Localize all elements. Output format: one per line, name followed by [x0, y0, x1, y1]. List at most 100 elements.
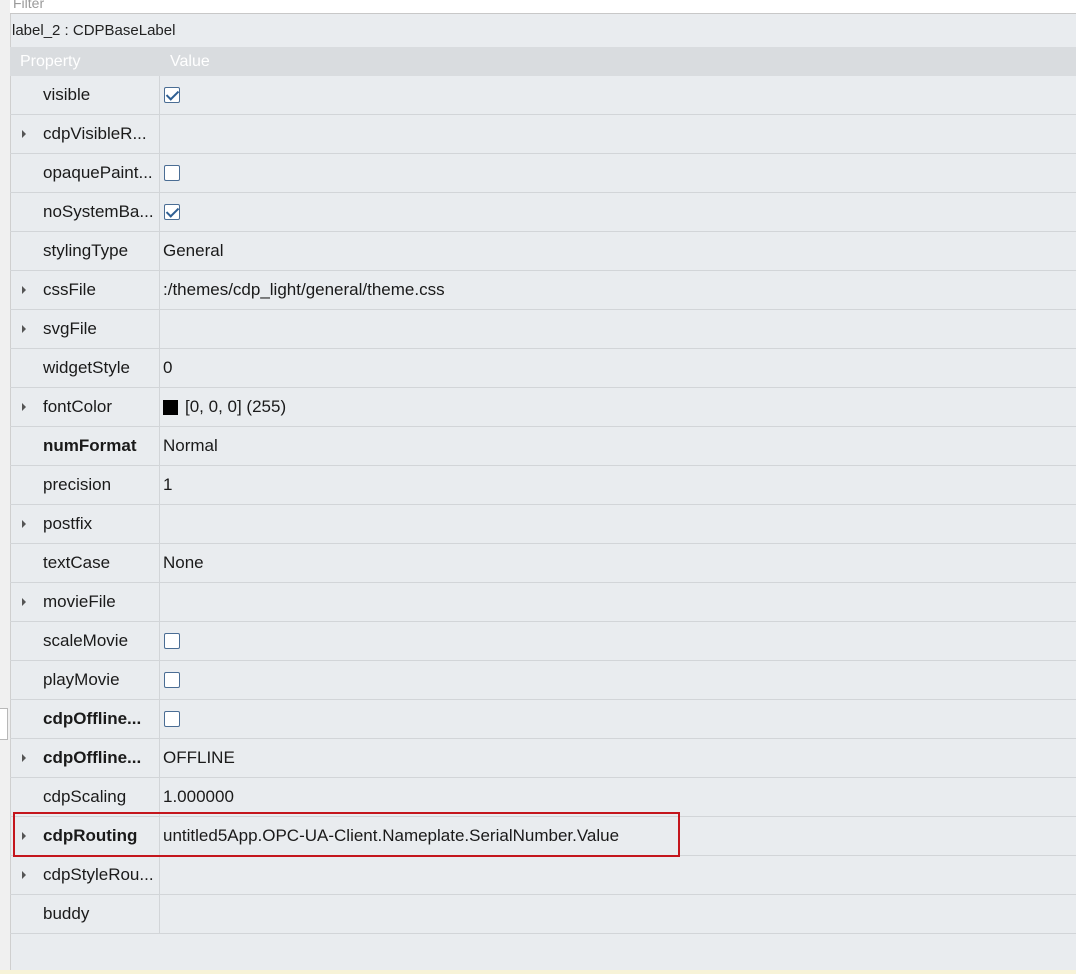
property-row[interactable]: cdpOffline... OFFLINE — [10, 739, 1076, 778]
property-row[interactable]: movieFile — [10, 583, 1076, 622]
property-name-cell[interactable]: cssFile — [10, 271, 160, 309]
property-name-label: numFormat — [43, 436, 137, 455]
property-name-cell[interactable]: movieFile — [10, 583, 160, 621]
property-row[interactable]: cdpStyleRou... — [10, 856, 1076, 895]
checkbox-checked[interactable] — [164, 204, 180, 220]
property-name-cell[interactable]: visible — [10, 76, 160, 114]
property-name-label: opaquePaint... — [43, 163, 153, 182]
property-name-cell[interactable]: svgFile — [10, 310, 160, 348]
property-name-label: cssFile — [43, 280, 96, 299]
property-row[interactable]: scaleMovie — [10, 622, 1076, 661]
property-value-cell[interactable]: 0 — [160, 349, 1076, 387]
property-value-cell[interactable]: [0, 0, 0] (255) — [160, 388, 1076, 426]
property-value-cell[interactable] — [160, 76, 1076, 114]
property-name-cell[interactable]: cdpOffline... — [10, 739, 160, 777]
property-row[interactable]: visible — [10, 76, 1076, 115]
property-grid-header: Property Value — [10, 47, 1076, 76]
expand-arrow-icon[interactable] — [22, 286, 26, 294]
expand-arrow-icon[interactable] — [22, 130, 26, 138]
property-value-cell[interactable] — [160, 895, 1076, 933]
property-value-cell[interactable]: 1 — [160, 466, 1076, 504]
property-name-cell[interactable]: scaleMovie — [10, 622, 160, 660]
property-name-cell[interactable]: cdpStyleRou... — [10, 856, 160, 894]
property-row[interactable]: numFormat Normal — [10, 427, 1076, 466]
filter-input[interactable]: Filter — [10, 0, 1076, 14]
property-row[interactable]: opaquePaint... — [10, 154, 1076, 193]
property-name-cell[interactable]: cdpScaling — [10, 778, 160, 816]
property-value-text: Normal — [163, 436, 218, 455]
property-row[interactable]: noSystemBa... — [10, 193, 1076, 232]
property-row[interactable]: widgetStyle 0 — [10, 349, 1076, 388]
expand-arrow-icon[interactable] — [22, 403, 26, 411]
property-value-cell[interactable] — [160, 154, 1076, 192]
property-value-cell[interactable] — [160, 661, 1076, 699]
property-value-cell[interactable]: None — [160, 544, 1076, 582]
property-row[interactable]: cdpScaling 1.000000 — [10, 778, 1076, 817]
expand-arrow-icon[interactable] — [22, 832, 26, 840]
property-value-cell[interactable]: General — [160, 232, 1076, 270]
property-value-cell[interactable] — [160, 583, 1076, 621]
property-name-label: widgetStyle — [43, 358, 130, 377]
property-name-label: textCase — [43, 553, 111, 572]
property-name-cell[interactable]: cdpVisibleR... — [10, 115, 160, 153]
property-name-label: postfix — [43, 514, 93, 533]
property-row[interactable]: precision 1 — [10, 466, 1076, 505]
left-panel-handle[interactable] — [0, 708, 8, 740]
property-value-cell[interactable] — [160, 193, 1076, 231]
property-name-cell[interactable]: opaquePaint... — [10, 154, 160, 192]
expand-arrow-icon[interactable] — [22, 598, 26, 606]
property-value-cell[interactable] — [160, 856, 1076, 894]
object-name-label: label_2 : CDPBaseLabel — [12, 22, 176, 39]
property-name-cell[interactable]: widgetStyle — [10, 349, 160, 387]
property-name-cell[interactable]: fontColor — [10, 388, 160, 426]
value-column-header[interactable]: Value — [160, 47, 210, 76]
property-value-cell[interactable]: untitled5App.OPC-UA-Client.Nameplate.Ser… — [160, 817, 1076, 855]
expand-arrow-icon[interactable] — [22, 871, 26, 879]
property-row[interactable]: postfix — [10, 505, 1076, 544]
property-name-label: precision — [43, 475, 112, 494]
property-name-cell[interactable]: cdpRouting — [10, 817, 160, 855]
property-value-cell[interactable]: 1.000000 — [160, 778, 1076, 816]
property-name-cell[interactable]: postfix — [10, 505, 160, 543]
property-row[interactable]: cdpVisibleR... — [10, 115, 1076, 154]
checkbox-unchecked[interactable] — [164, 165, 180, 181]
expand-arrow-icon[interactable] — [22, 754, 26, 762]
property-value-cell[interactable]: OFFLINE — [160, 739, 1076, 777]
checkbox-checked[interactable] — [164, 87, 180, 103]
property-value-cell[interactable] — [160, 115, 1076, 153]
property-name-label: cdpStyleRou... — [43, 865, 154, 884]
property-name-cell[interactable]: numFormat — [10, 427, 160, 465]
color-swatch-icon — [163, 399, 178, 415]
property-name-label: movieFile — [43, 592, 116, 611]
property-value-cell[interactable] — [160, 622, 1076, 660]
property-row[interactable]: stylingType General — [10, 232, 1076, 271]
property-name-cell[interactable]: cdpOffline... — [10, 700, 160, 738]
property-name-cell[interactable]: noSystemBa... — [10, 193, 160, 231]
property-value-cell[interactable]: Normal — [160, 427, 1076, 465]
property-grid: visible cdpVisibleR... opaquePaint... noSys… — [10, 76, 1076, 934]
property-row[interactable]: fontColor [0, 0, 0] (255) — [10, 388, 1076, 427]
property-row[interactable]: cdpRouting untitled5App.OPC-UA-Client.Nam… — [10, 817, 1076, 856]
property-row[interactable]: cdpOffline... — [10, 700, 1076, 739]
property-row[interactable]: textCase None — [10, 544, 1076, 583]
property-column-header[interactable]: Property — [10, 47, 160, 76]
property-name-cell[interactable]: stylingType — [10, 232, 160, 270]
property-row[interactable]: cssFile :/themes/cdp_light/general/theme.… — [10, 271, 1076, 310]
property-row[interactable]: svgFile — [10, 310, 1076, 349]
expand-arrow-icon[interactable] — [22, 325, 26, 333]
property-value-cell[interactable] — [160, 505, 1076, 543]
checkbox-unchecked[interactable] — [164, 711, 180, 727]
checkbox-unchecked[interactable] — [164, 633, 180, 649]
property-name-cell[interactable]: buddy — [10, 895, 160, 933]
property-name-cell[interactable]: textCase — [10, 544, 160, 582]
property-value-cell[interactable]: :/themes/cdp_light/general/theme.css — [160, 271, 1076, 309]
property-row[interactable]: buddy — [10, 895, 1076, 934]
expand-arrow-icon[interactable] — [22, 520, 26, 528]
property-row[interactable]: playMovie — [10, 661, 1076, 700]
property-name-cell[interactable]: playMovie — [10, 661, 160, 699]
checkbox-unchecked[interactable] — [164, 672, 180, 688]
property-value-cell[interactable] — [160, 700, 1076, 738]
property-value-cell[interactable] — [160, 310, 1076, 348]
property-name-label: stylingType — [43, 241, 129, 260]
property-name-cell[interactable]: precision — [10, 466, 160, 504]
